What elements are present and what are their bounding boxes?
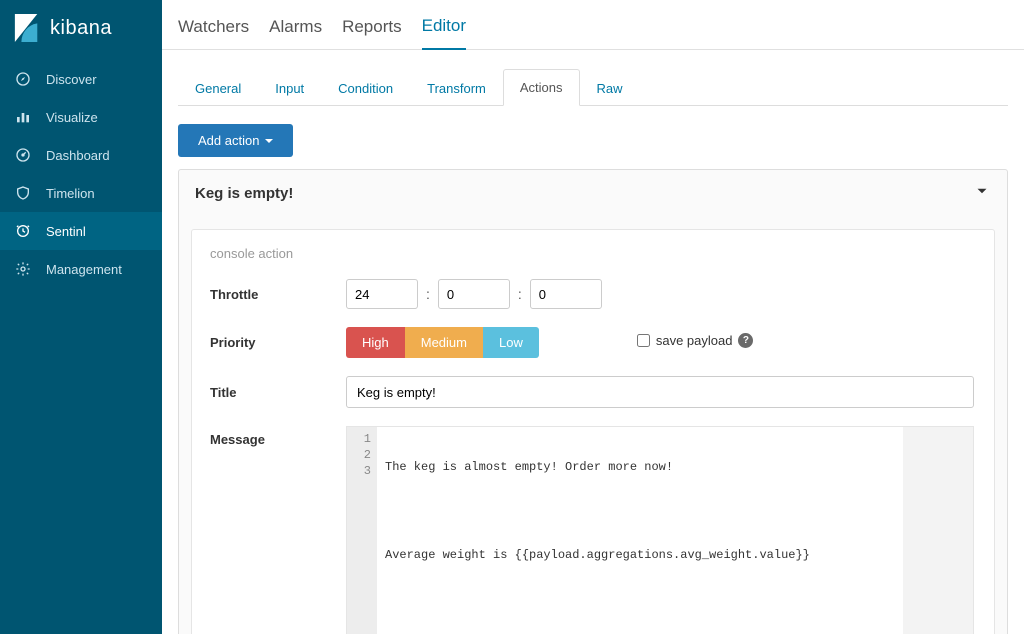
sidebar-item-management[interactable]: Management [0,250,162,288]
top-tabs: Watchers Alarms Reports Editor [162,0,1024,50]
help-icon[interactable]: ? [738,333,753,348]
time-separator: : [426,286,430,302]
save-payload-label: save payload [656,333,733,348]
subtab-transform[interactable]: Transform [410,70,503,106]
add-action-button[interactable]: Add action [178,124,293,157]
throttle-seconds-input[interactable] [530,279,602,309]
sidebar-item-dashboard[interactable]: Dashboard [0,136,162,174]
tab-watchers[interactable]: Watchers [178,17,249,49]
message-label: Message [210,426,346,447]
throttle-row: Throttle : : [210,279,976,309]
save-payload-field[interactable]: save payload ? [637,333,754,348]
editor-minimap [903,427,973,634]
action-panel-body: console action Throttle : : [179,217,1007,634]
subtab-actions[interactable]: Actions [503,69,580,106]
title-row: Title [210,376,976,408]
throttle-minutes-input[interactable] [438,279,510,309]
title-input[interactable] [346,376,974,408]
time-separator: : [518,286,522,302]
priority-row: Priority High Medium Low save payload [210,327,976,358]
code-line [385,503,895,519]
code-line: The keg is almost empty! Order more now! [385,459,895,475]
throttle-label: Throttle [210,287,346,302]
subtab-input[interactable]: Input [258,70,321,106]
compass-icon [14,70,32,88]
sidebar-item-label: Dashboard [46,148,110,163]
priority-low-button[interactable]: Low [483,327,539,358]
sidebar: kibana Discover Visualize Dashboard [0,0,162,634]
brand-logo: kibana [0,0,162,60]
add-action-label: Add action [198,133,259,148]
action-type-label: console action [210,246,976,261]
app-root: kibana Discover Visualize Dashboard [0,0,1024,634]
sidebar-item-label: Management [46,262,122,277]
brand-name: kibana [50,17,112,40]
sidebar-item-label: Sentinl [46,224,86,239]
editor-lines[interactable]: The keg is almost empty! Order more now!… [377,427,903,634]
throttle-hours-input[interactable] [346,279,418,309]
save-payload-checkbox[interactable] [637,334,650,347]
subtab-general[interactable]: General [178,70,258,106]
gauge-icon [14,146,32,164]
editor-gutter: 123 [347,427,377,634]
sidebar-item-label: Visualize [46,110,98,125]
priority-high-button[interactable]: High [346,327,405,358]
main-content: Watchers Alarms Reports Editor General I… [162,0,1024,634]
code-line [385,591,895,607]
sidebar-item-timelion[interactable]: Timelion [0,174,162,212]
chevron-down-icon [265,139,273,143]
priority-toggle-group: High Medium Low [346,327,539,358]
priority-label: Priority [210,335,346,350]
bar-chart-icon [14,108,32,126]
title-label: Title [210,385,346,400]
action-panel-header[interactable]: Keg is empty! [179,170,1007,217]
throttle-fields: : : [346,279,976,309]
shield-icon [14,184,32,202]
sidebar-item-discover[interactable]: Discover [0,60,162,98]
gear-icon [14,260,32,278]
chevron-down-icon [973,182,991,205]
sidebar-item-sentinl[interactable]: Sentinl [0,212,162,250]
kibana-logo-icon [14,14,40,42]
code-line: Average weight is {{payload.aggregations… [385,547,895,563]
tab-reports[interactable]: Reports [342,17,402,49]
subtab-raw[interactable]: Raw [580,70,640,106]
clock-icon [14,222,32,240]
tab-alarms[interactable]: Alarms [269,17,322,49]
message-editor[interactable]: 123 The keg is almost empty! Order more … [346,426,974,634]
editor-content: General Input Condition Transform Action… [162,50,1024,634]
sidebar-item-label: Discover [46,72,97,87]
sidebar-item-visualize[interactable]: Visualize [0,98,162,136]
action-panel: Keg is empty! console action Throttle [178,169,1008,634]
subtab-condition[interactable]: Condition [321,70,410,106]
sidebar-item-label: Timelion [46,186,95,201]
message-row: Message 123 The keg is almost empty! Ord… [210,426,976,634]
priority-fields: High Medium Low save payload ? [346,327,976,358]
tab-editor[interactable]: Editor [422,16,466,50]
editor-subtabs: General Input Condition Transform Action… [178,68,1008,106]
priority-medium-button[interactable]: Medium [405,327,483,358]
action-form: console action Throttle : : [191,229,995,634]
action-panel-title: Keg is empty! [195,185,293,202]
sidebar-nav: Discover Visualize Dashboard Timelion [0,60,162,288]
